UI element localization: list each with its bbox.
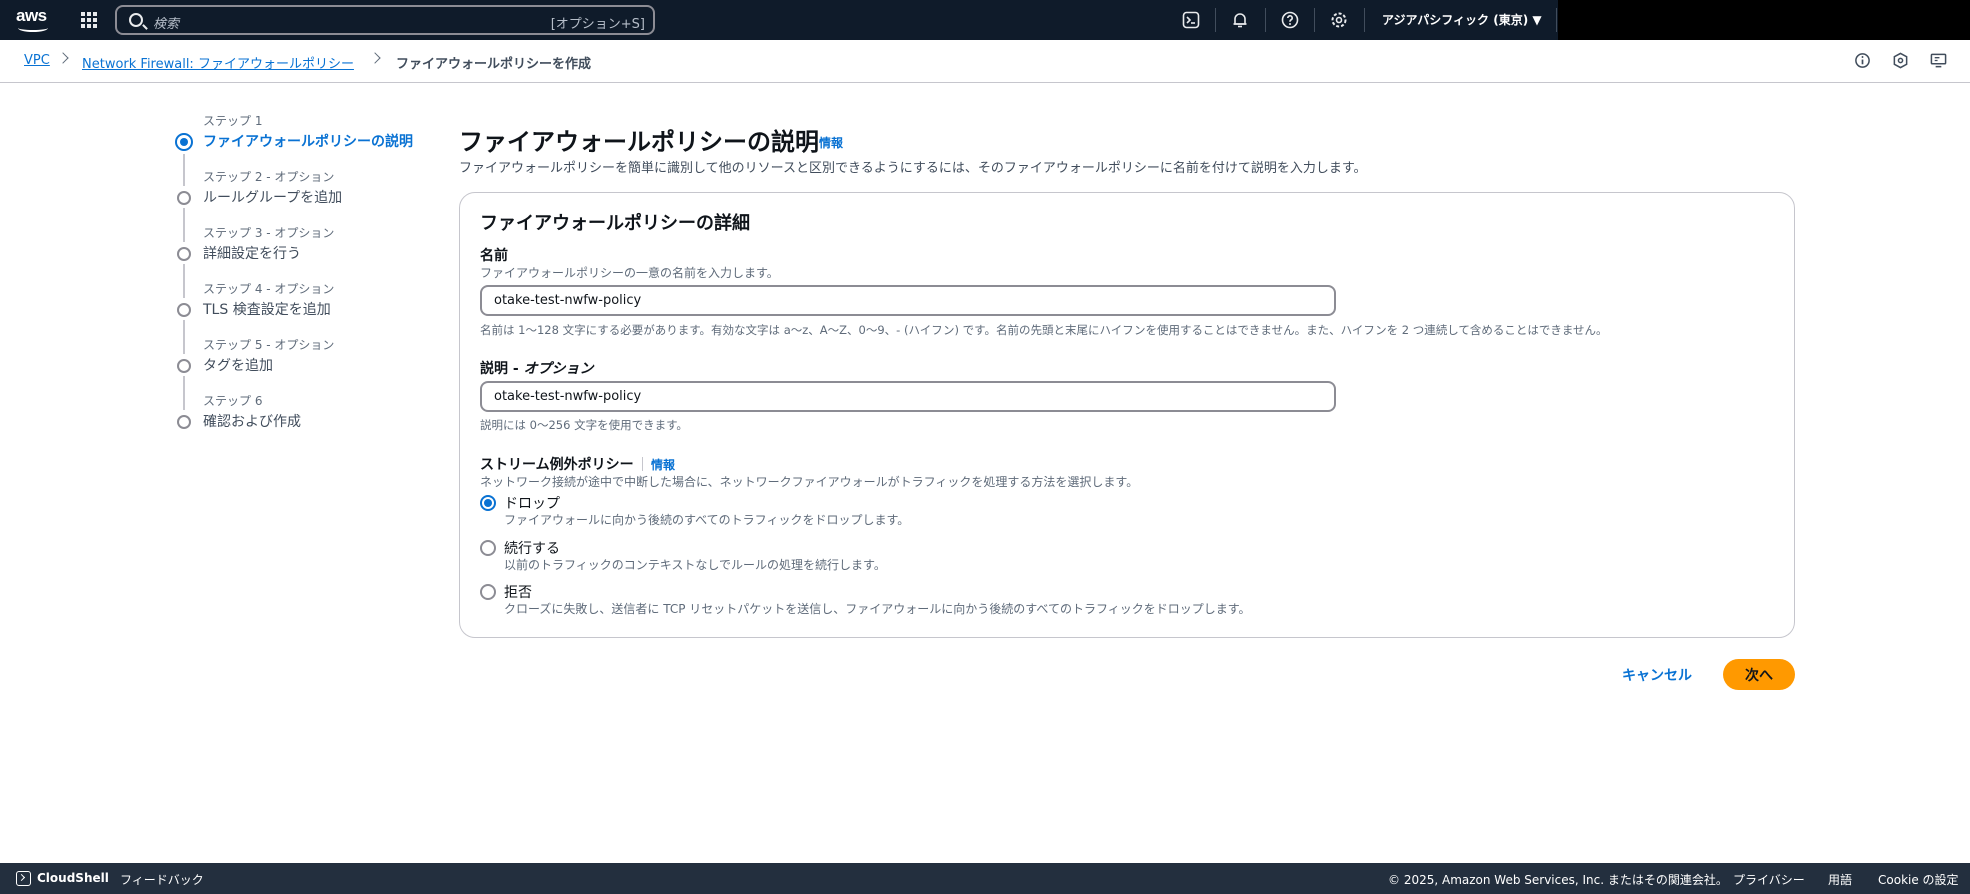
step-label: ステップ 1 — [203, 114, 263, 128]
stream-exception-info-link[interactable]: 情報 — [651, 456, 675, 473]
chevron-right-icon — [369, 52, 381, 64]
panel-heading: ファイアウォールポリシーの詳細 — [480, 213, 750, 234]
footer-copyright: © 2025, Amazon Web Services, Inc. またはその関… — [1388, 873, 1728, 887]
radio-drop[interactable]: ドロップ ファイアウォールに向かう後続のすべてのトラフィックをドロップします。 — [480, 493, 1380, 529]
notifications-panel-icon[interactable] — [1930, 52, 1948, 70]
topnav-right-area — [1558, 0, 1970, 40]
top-navigation: aws 検索 [オプション+S] アジアパシフィック (東京) ▼ — [0, 0, 1970, 40]
step-name[interactable]: ルールグループを追加 — [203, 187, 342, 207]
page-subtitle: ファイアウォールポリシーを簡単に識別して他のリソースと区別できるようにするには、… — [459, 161, 1367, 176]
step-indicator-icon — [177, 303, 191, 317]
description-optional-text: オプション — [523, 361, 594, 377]
policy-details-panel: ファイアウォールポリシーの詳細 名前 ファイアウォールポリシーの一意の名前を入力… — [459, 192, 1795, 638]
page-title: ファイアウォールポリシーの説明 — [459, 128, 819, 156]
services-grid-icon[interactable] — [81, 12, 97, 28]
radio-unselected-icon[interactable] — [480, 584, 496, 600]
step-name[interactable]: ファイアウォールポリシーの説明 — [203, 131, 413, 151]
footer-terms[interactable]: 用語 — [1828, 871, 1852, 888]
radio-continue[interactable]: 続行する 以前のトラフィックのコンテキストなしでルールの処理を続行します。 — [480, 538, 1380, 574]
radio-description: ファイアウォールに向かう後続のすべてのトラフィックをドロップします。 — [504, 513, 910, 527]
radio-unselected-icon[interactable] — [480, 540, 496, 556]
bell-icon[interactable] — [1231, 11, 1249, 29]
title-info-link[interactable]: 情報 — [819, 134, 843, 151]
footer-feedback[interactable]: フィードバック — [120, 871, 204, 888]
gear-icon[interactable] — [1330, 11, 1348, 29]
stream-exception-description: ネットワーク接続が途中で中断した場合に、ネットワークファイアウォールがトラフィッ… — [480, 475, 1139, 489]
footer: CloudShell フィードバック © 2025, Amazon Web Se… — [0, 863, 1970, 894]
footer-cookie-settings[interactable]: Cookie の設定 — [1878, 871, 1959, 888]
feedback-icon[interactable] — [1892, 52, 1910, 70]
step-name[interactable]: TLS 検査設定を追加 — [203, 299, 331, 319]
description-label-text: 説明 - — [480, 361, 524, 377]
step-label: ステップ 2 - オプション — [203, 170, 335, 184]
name-label: 名前 — [480, 248, 508, 264]
breadcrumb-vpc[interactable]: VPC — [24, 53, 50, 68]
stream-exception-label: ストリーム例外ポリシー — [480, 457, 634, 473]
radio-reject[interactable]: 拒否 クローズに失敗し、送信者に TCP リセットパケットを送信し、ファイアウォ… — [480, 582, 1380, 618]
help-icon[interactable] — [1281, 11, 1299, 29]
cancel-button[interactable]: キャンセル — [1622, 665, 1692, 685]
cloudshell-icon[interactable] — [1182, 11, 1200, 29]
radio-label: ドロップ — [504, 496, 560, 512]
breadcrumb: VPC Network Firewall: ファイアウォールポリシー ファイアウ… — [0, 40, 1970, 83]
radio-description: 以前のトラフィックのコンテキストなしでルールの処理を続行します。 — [504, 558, 886, 572]
aws-logo-text: aws — [16, 6, 47, 25]
step-name[interactable]: 確認および作成 — [203, 411, 301, 431]
step-label: ステップ 3 - オプション — [203, 226, 335, 240]
search-icon — [129, 13, 143, 27]
radio-label: 続行する — [504, 541, 560, 557]
step-indicator-icon — [177, 415, 191, 429]
step-indicator-icon — [175, 133, 193, 151]
step-indicator-icon — [177, 359, 191, 373]
description-input[interactable]: otake-test-nwfw-policy — [480, 381, 1336, 412]
step-name[interactable]: 詳細設定を行う — [203, 243, 301, 263]
search-shortcut: [オプション+S] — [550, 17, 645, 32]
radio-selected-icon[interactable] — [480, 495, 496, 511]
step-label: ステップ 6 — [203, 394, 263, 408]
chevron-right-icon — [57, 52, 69, 64]
step-indicator-icon — [177, 247, 191, 261]
step-label: ステップ 5 - オプション — [203, 338, 335, 352]
step-label: ステップ 4 - オプション — [203, 282, 335, 296]
footer-cloudshell[interactable]: CloudShell — [37, 871, 109, 885]
region-selector[interactable]: アジアパシフィック (東京) ▼ — [1382, 11, 1542, 28]
name-input[interactable]: otake-test-nwfw-policy — [480, 285, 1336, 316]
step-indicator-icon — [177, 191, 191, 205]
breadcrumb-firewall-policies[interactable]: Network Firewall: ファイアウォールポリシー — [82, 53, 354, 72]
search-input[interactable]: 検索 [オプション+S] — [115, 5, 655, 35]
breadcrumb-current: ファイアウォールポリシーを作成 — [396, 57, 592, 72]
radio-description: クローズに失敗し、送信者に TCP リセットパケットを送信し、ファイアウォールに… — [504, 602, 1251, 616]
next-button[interactable]: 次へ — [1723, 659, 1795, 690]
cloudshell-icon[interactable] — [16, 871, 31, 886]
search-placeholder: 検索 — [153, 17, 180, 32]
description-label: 説明 - オプション — [480, 358, 594, 378]
radio-label: 拒否 — [504, 585, 532, 601]
name-description: ファイアウォールポリシーの一意の名前を入力します。 — [480, 266, 779, 280]
description-constraint-hint: 説明には 0〜256 文字を使用できます。 — [480, 418, 688, 432]
name-constraint-hint: 名前は 1〜128 文字にする必要があります。有効な文字は a〜z、A〜Z、0〜… — [480, 323, 1608, 337]
aws-logo[interactable]: aws — [16, 6, 50, 32]
step-name[interactable]: タグを追加 — [203, 355, 273, 375]
footer-privacy[interactable]: プライバシー — [1733, 871, 1805, 888]
info-icon[interactable] — [1854, 52, 1872, 70]
